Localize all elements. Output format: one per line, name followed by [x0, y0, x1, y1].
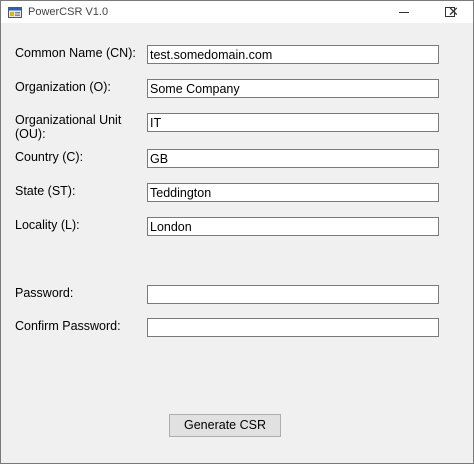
locality-input[interactable]: [147, 217, 439, 236]
title-bar[interactable]: PowerCSR V1.0 ✕: [1, 1, 473, 23]
confirm-password-input[interactable]: [147, 318, 439, 337]
locality-label: Locality (L):: [15, 218, 80, 232]
state-label: State (ST):: [15, 184, 76, 198]
app-icon: [8, 7, 22, 18]
country-input[interactable]: [147, 149, 439, 168]
password-label: Password:: [15, 286, 74, 300]
common-name-label: Common Name (CN):: [15, 46, 136, 60]
organization-label: Organization (O):: [15, 80, 111, 94]
common-name-input[interactable]: [147, 45, 439, 64]
generate-csr-button[interactable]: Generate CSR: [169, 414, 281, 437]
org-unit-label: Organizational Unit (OU):: [15, 113, 122, 141]
minimize-button[interactable]: [381, 1, 427, 23]
org-unit-input[interactable]: [147, 113, 439, 132]
close-icon[interactable]: ✕: [448, 5, 459, 19]
generate-csr-label: Generate CSR: [184, 418, 266, 432]
organization-input[interactable]: [147, 79, 439, 98]
minimize-icon: [399, 12, 409, 13]
country-label: Country (C):: [15, 150, 84, 164]
confirm-password-label: Confirm Password:: [15, 319, 121, 333]
window-title: PowerCSR V1.0: [28, 6, 109, 18]
state-input[interactable]: [147, 183, 439, 202]
password-input[interactable]: [147, 285, 439, 304]
app-window: PowerCSR V1.0 ✕ Common Name (CN): Organi…: [0, 0, 474, 464]
